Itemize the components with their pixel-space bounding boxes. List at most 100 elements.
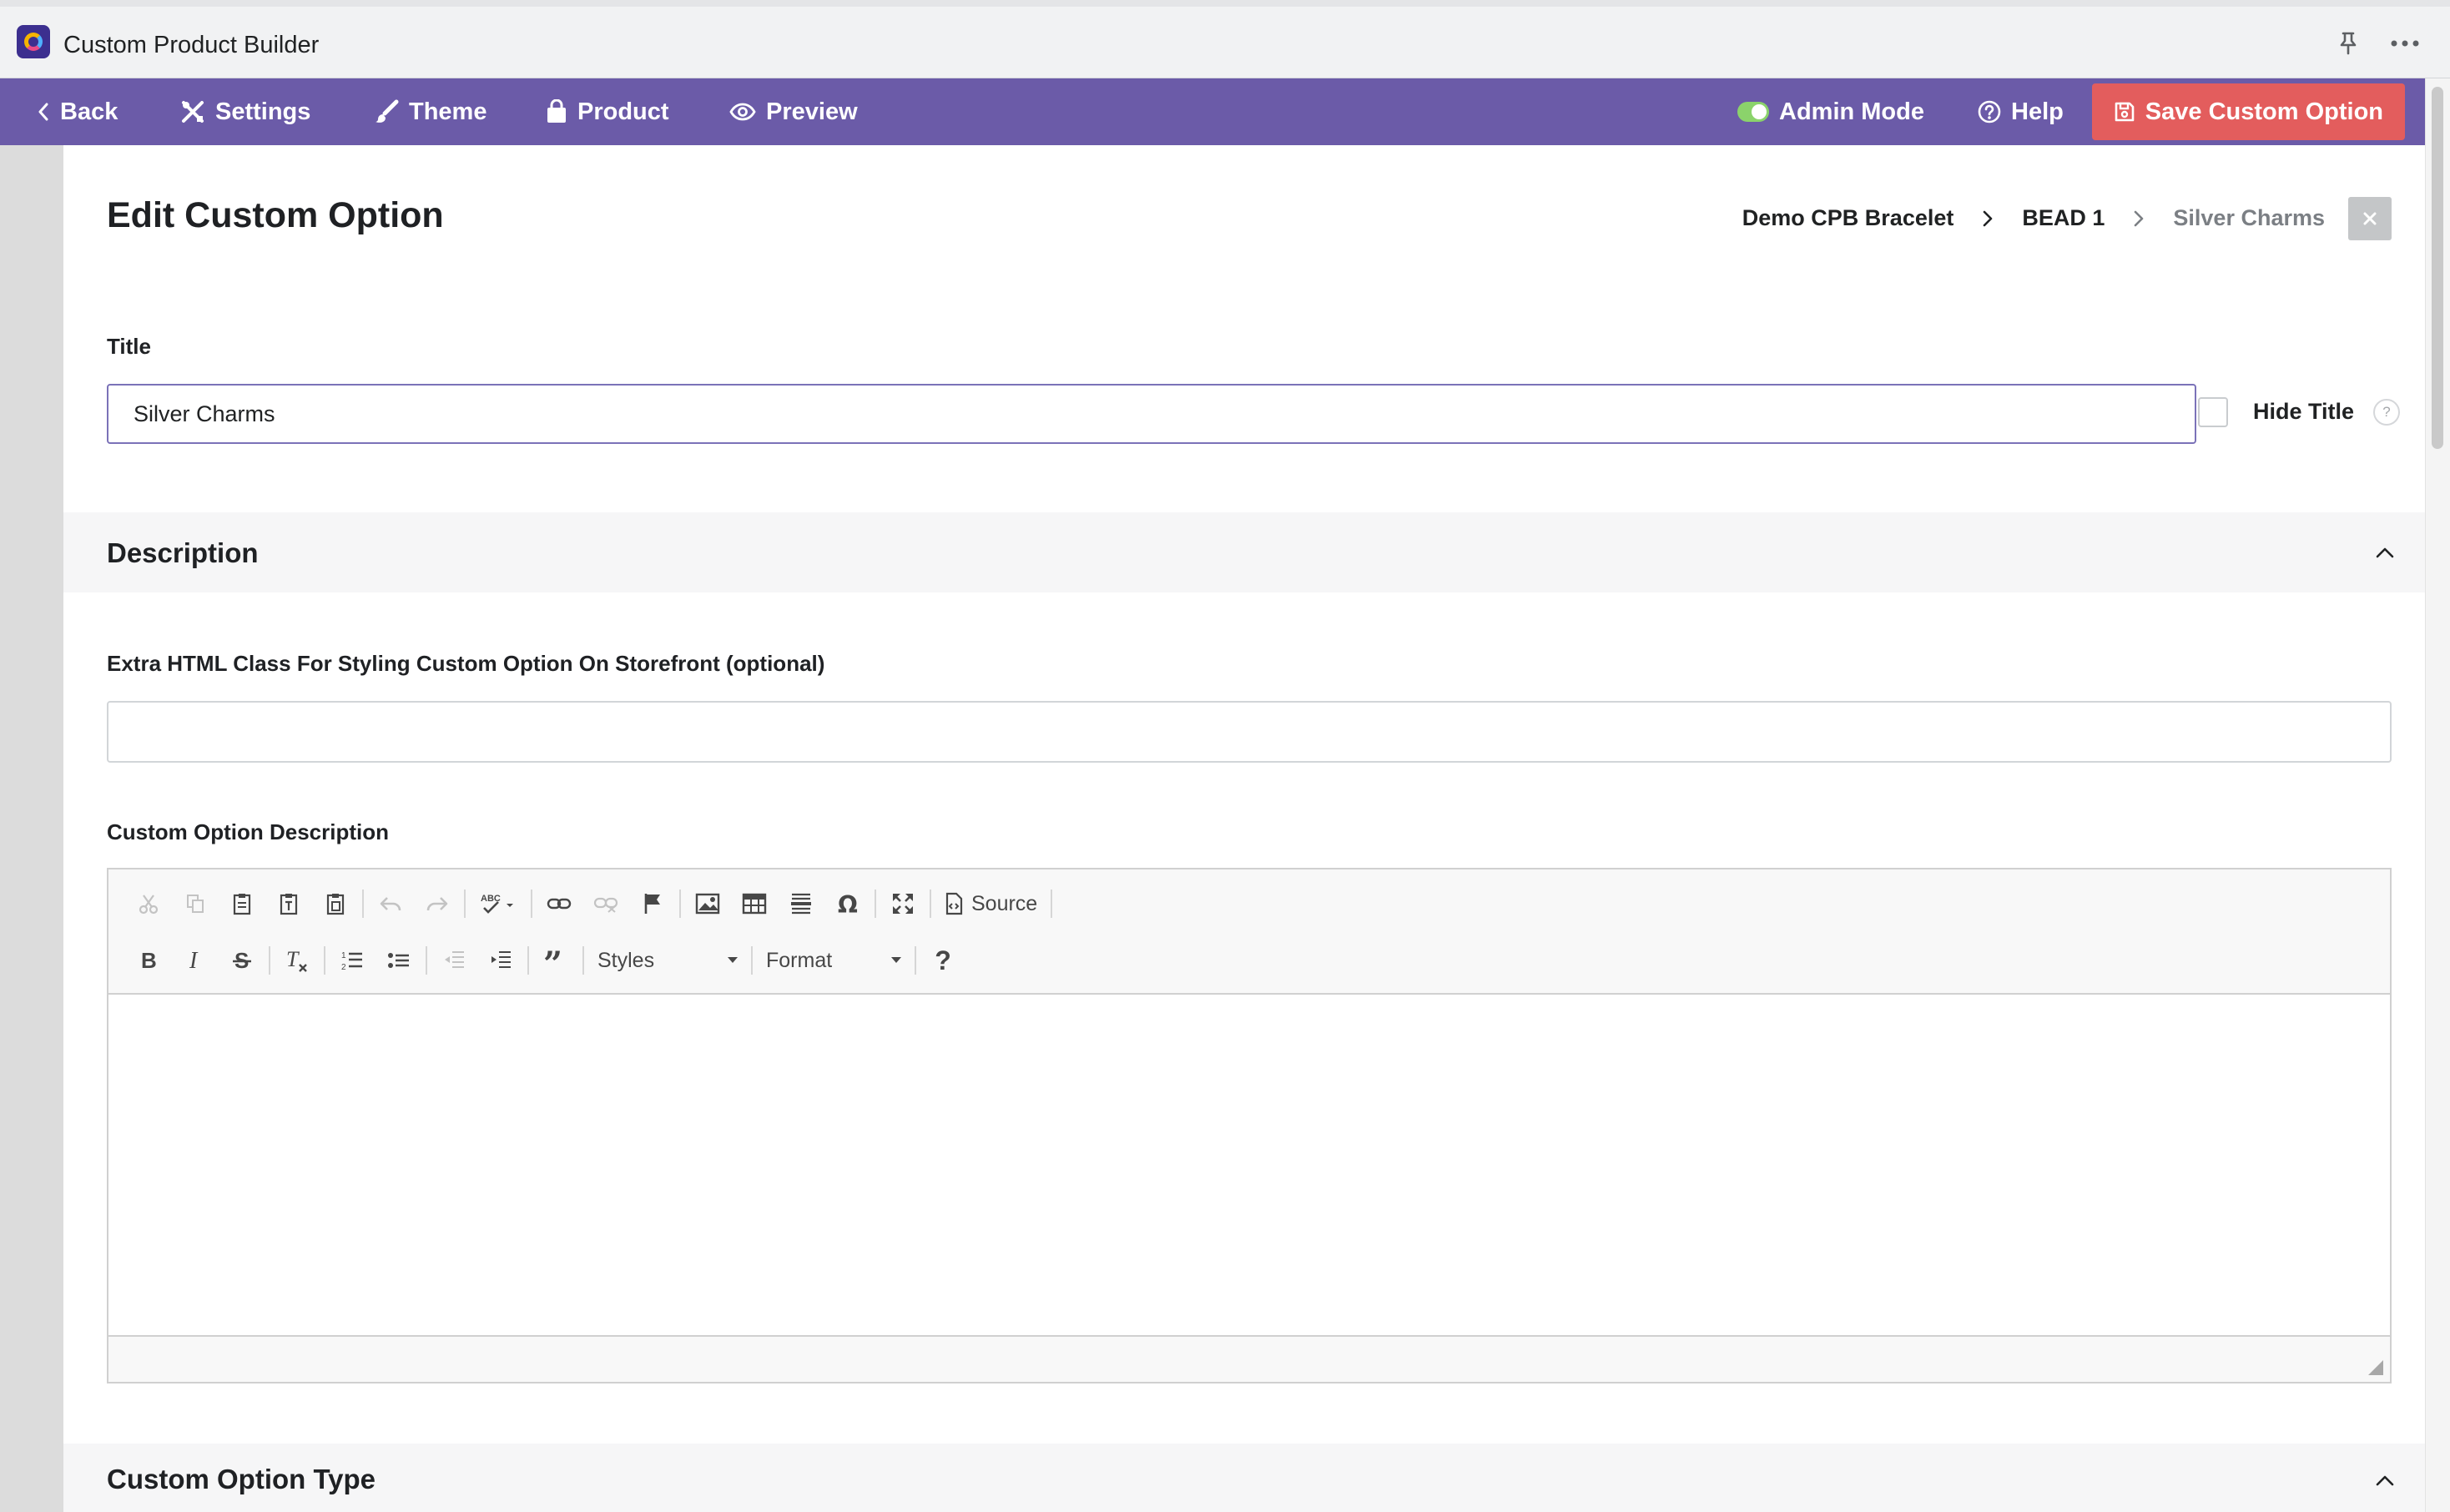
editor-toolbar: ABC Ω Source B I T 1 2 ” Styles Format ? bbox=[108, 869, 2390, 995]
svg-text:1: 1 bbox=[341, 951, 346, 960]
increase-indent-icon[interactable] bbox=[477, 940, 524, 981]
settings-button[interactable]: Settings bbox=[180, 78, 310, 145]
theme-button[interactable]: Theme bbox=[374, 78, 486, 145]
bold-icon[interactable]: B bbox=[125, 940, 172, 981]
back-button[interactable]: Back bbox=[37, 78, 118, 145]
preview-button[interactable]: Preview bbox=[729, 78, 858, 145]
svg-text:”: ” bbox=[543, 950, 562, 970]
numbered-list-icon[interactable]: 12 bbox=[329, 940, 376, 981]
toolbar-separator bbox=[582, 946, 584, 975]
toolbar-separator bbox=[915, 946, 916, 975]
svg-text:2: 2 bbox=[341, 963, 346, 971]
paste-from-word-icon[interactable] bbox=[312, 883, 359, 925]
page-title: Edit Custom Option bbox=[107, 195, 444, 235]
floppy-disk-icon bbox=[2115, 102, 2135, 122]
format-dropdown[interactable]: Format bbox=[756, 942, 911, 979]
chevron-left-icon bbox=[38, 103, 48, 121]
custom-option-type-section-header[interactable]: Custom Option Type bbox=[63, 1444, 2425, 1512]
extra-class-label: Extra HTML Class For Styling Custom Opti… bbox=[107, 651, 825, 676]
blockquote-icon[interactable]: ” bbox=[532, 940, 579, 981]
chevron-right-icon bbox=[1984, 210, 1993, 226]
strikethrough-icon[interactable]: S bbox=[219, 940, 265, 981]
left-gutter bbox=[0, 145, 63, 1512]
extra-class-input[interactable] bbox=[107, 701, 2392, 763]
caret-down-icon bbox=[891, 957, 901, 963]
toolbar-separator bbox=[362, 890, 364, 918]
close-button[interactable] bbox=[2348, 197, 2392, 240]
paste-text-icon[interactable] bbox=[265, 883, 312, 925]
app-logo-icon bbox=[17, 25, 50, 58]
source-label: Source bbox=[971, 891, 1038, 915]
horizontal-line-icon[interactable] bbox=[778, 883, 824, 925]
paste-icon[interactable] bbox=[219, 883, 265, 925]
preview-label: Preview bbox=[766, 98, 858, 125]
scrollbar-thumb[interactable] bbox=[2432, 87, 2443, 449]
chevron-right-icon bbox=[2135, 210, 2144, 226]
toolbar-separator bbox=[751, 946, 753, 975]
hide-title-help-icon[interactable]: ? bbox=[2373, 399, 2400, 426]
admin-mode-toggle[interactable]: Admin Mode bbox=[1737, 78, 1924, 145]
source-button[interactable]: Source bbox=[935, 883, 1047, 925]
link-icon[interactable] bbox=[536, 883, 582, 925]
tools-icon bbox=[182, 101, 204, 123]
special-character-icon[interactable]: Ω bbox=[824, 883, 871, 925]
edit-panel: Edit Custom Option Demo CPB Bracelet BEA… bbox=[63, 145, 2425, 1512]
maximize-icon[interactable] bbox=[880, 883, 926, 925]
format-dropdown-label: Format bbox=[766, 948, 833, 972]
theme-label: Theme bbox=[409, 98, 487, 125]
product-label: Product bbox=[577, 98, 669, 125]
table-icon[interactable] bbox=[731, 883, 778, 925]
remove-format-icon[interactable]: T bbox=[274, 940, 320, 981]
close-icon bbox=[2363, 212, 2377, 225]
toolbar-separator bbox=[527, 946, 529, 975]
editor-content-area[interactable] bbox=[108, 995, 2390, 1328]
chevron-up-icon[interactable] bbox=[2370, 1465, 2400, 1495]
bulleted-list-icon[interactable] bbox=[376, 940, 422, 981]
description-editor-label: Custom Option Description bbox=[107, 819, 389, 844]
custom-option-type-title: Custom Option Type bbox=[107, 1464, 376, 1494]
save-custom-option-button[interactable]: Save Custom Option bbox=[2091, 83, 2405, 140]
italic-icon[interactable]: I bbox=[172, 940, 219, 981]
title-input[interactable] bbox=[107, 384, 2196, 444]
svg-text:T: T bbox=[286, 948, 300, 971]
editor-help-icon[interactable]: ? bbox=[920, 940, 966, 981]
hide-title-checkbox[interactable] bbox=[2198, 397, 2228, 427]
settings-label: Settings bbox=[215, 98, 311, 125]
styles-dropdown[interactable]: Styles bbox=[587, 942, 748, 979]
unlink-icon[interactable] bbox=[582, 883, 629, 925]
rich-text-editor: ABC Ω Source B I T 1 2 ” Styles Format ? bbox=[107, 868, 2392, 1383]
app-title-bar: Custom Product Builder bbox=[0, 0, 2450, 78]
toolbar-separator bbox=[531, 890, 532, 918]
svg-text:I: I bbox=[189, 949, 199, 972]
breadcrumb-product[interactable]: Demo CPB Bracelet bbox=[1742, 205, 1954, 231]
toolbar-separator bbox=[875, 890, 876, 918]
redo-icon[interactable] bbox=[414, 883, 461, 925]
anchor-flag-icon[interactable] bbox=[629, 883, 676, 925]
pin-icon[interactable] bbox=[2333, 28, 2363, 58]
shopping-bag-icon bbox=[547, 99, 566, 123]
back-label: Back bbox=[60, 98, 118, 125]
save-label: Save Custom Option bbox=[2145, 98, 2383, 125]
title-label: Title bbox=[107, 334, 151, 359]
spellcheck-icon[interactable]: ABC bbox=[469, 883, 527, 925]
cut-icon[interactable] bbox=[125, 883, 172, 925]
undo-icon[interactable] bbox=[367, 883, 414, 925]
resize-grip-icon[interactable] bbox=[2368, 1360, 2383, 1375]
product-button[interactable]: Product bbox=[546, 78, 669, 145]
description-section-header[interactable]: Description bbox=[63, 512, 2425, 592]
paintbrush-icon bbox=[376, 99, 399, 123]
copy-icon[interactable] bbox=[172, 883, 219, 925]
toolbar-separator bbox=[426, 946, 427, 975]
eye-icon bbox=[729, 103, 756, 121]
top-nav: Back Settings Theme Product Preview Admi… bbox=[0, 78, 2450, 145]
decrease-indent-icon[interactable] bbox=[431, 940, 477, 981]
caret-down-icon bbox=[728, 957, 738, 963]
toolbar-separator bbox=[1051, 890, 1053, 918]
breadcrumb-group[interactable]: BEAD 1 bbox=[2022, 205, 2105, 231]
toolbar-separator bbox=[269, 946, 270, 975]
hide-title-label: Hide Title bbox=[2253, 399, 2355, 424]
help-button[interactable]: Help bbox=[1978, 78, 2064, 145]
chevron-up-icon[interactable] bbox=[2370, 537, 2400, 567]
more-options-icon[interactable] bbox=[2390, 28, 2420, 58]
image-icon[interactable] bbox=[684, 883, 731, 925]
